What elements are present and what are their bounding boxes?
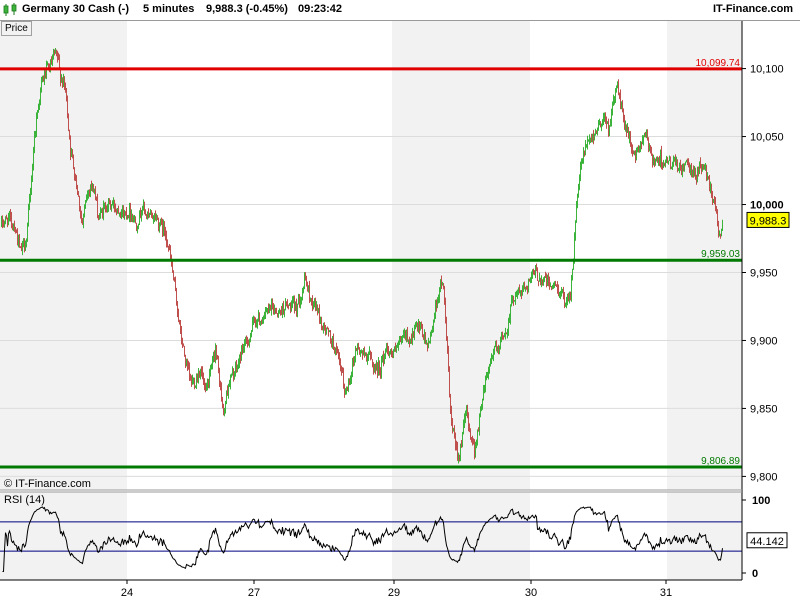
level-label: 10,099.74 bbox=[696, 58, 741, 69]
session-shade bbox=[667, 492, 742, 580]
rsi-tick-label: 100 bbox=[752, 495, 770, 507]
rsi-panel-title: RSI (14) bbox=[4, 494, 45, 506]
chart-background bbox=[0, 21, 742, 580]
rsi-value-badge: 44.142 bbox=[746, 532, 788, 549]
x-tick-label: 27 bbox=[248, 587, 260, 599]
session-shade bbox=[392, 492, 530, 580]
chart-area: 10,099.74 9,959.03 9,806.89 9,800 9,850 9,90… bbox=[0, 21, 790, 599]
y-tick-label: 9,900 bbox=[750, 335, 778, 347]
rsi-tick-label: 0 bbox=[752, 568, 758, 580]
rsi-value-label: 44.142 bbox=[750, 536, 784, 548]
level-label: 9,959.03 bbox=[701, 249, 740, 260]
watermark-label: © IT-Finance.com bbox=[4, 478, 91, 490]
x-tick-label: 24 bbox=[121, 587, 133, 599]
level-label: 9,806.89 bbox=[701, 456, 740, 467]
current-price-badge: 9,988.3 bbox=[746, 211, 790, 228]
x-tick-label: 31 bbox=[660, 587, 672, 599]
current-price-label: 9,988.3 bbox=[750, 215, 787, 227]
x-tick-label: 29 bbox=[388, 587, 400, 599]
y-tick-label: 10,100 bbox=[750, 64, 784, 76]
y-tick-label: 10,000 bbox=[750, 200, 784, 212]
session-shade bbox=[392, 21, 530, 490]
price-panel-tab[interactable]: Price bbox=[1, 21, 32, 36]
y-tick-label: 9,950 bbox=[750, 267, 778, 279]
x-tick-label: 30 bbox=[525, 587, 537, 599]
session-shade bbox=[0, 21, 127, 490]
y-tick-label: 9,850 bbox=[750, 403, 778, 415]
y-tick-label: 9,800 bbox=[750, 471, 778, 483]
y-tick-label: 10,050 bbox=[750, 132, 784, 144]
